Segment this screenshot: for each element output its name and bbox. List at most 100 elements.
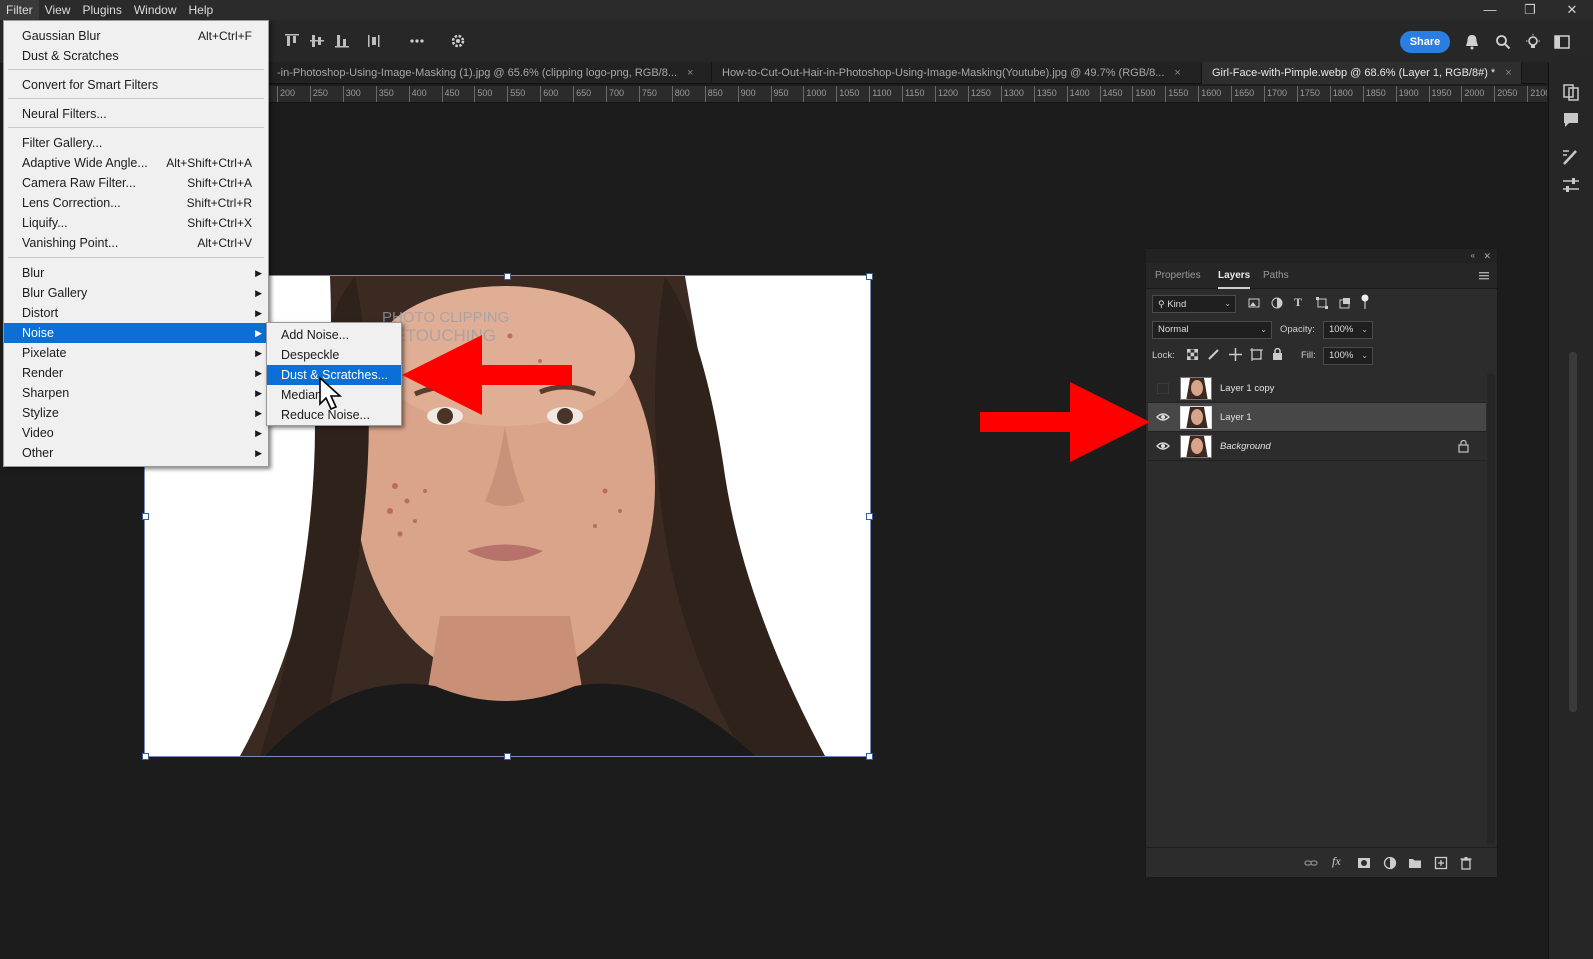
- ruler-tick: 950: [770, 86, 789, 102]
- menu-filter[interactable]: Filter: [0, 0, 39, 20]
- collapse-icon[interactable]: «: [1471, 249, 1475, 263]
- lock-icon[interactable]: [1458, 440, 1469, 453]
- tab-close-icon[interactable]: ×: [687, 67, 693, 79]
- menu-item-blur-gallery[interactable]: Blur Gallery ▶: [4, 283, 268, 303]
- menu-item-distort[interactable]: Distort ▶: [4, 303, 268, 323]
- new-adjustment-layer-icon[interactable]: [1383, 856, 1397, 870]
- opacity-input[interactable]: 100% ⌄: [1323, 321, 1373, 339]
- submenu-item-add-noise[interactable]: Add Noise...: [267, 325, 401, 345]
- submenu-arrow-icon: ▶: [255, 308, 262, 318]
- menu-item-convert-smart-filters[interactable]: Convert for Smart Filters: [4, 75, 268, 95]
- distribute-icon[interactable]: [365, 32, 383, 50]
- close-panel-icon[interactable]: ✕: [1483, 249, 1491, 263]
- lock-artboard-icon[interactable]: [1250, 348, 1263, 361]
- lock-all-icon[interactable]: [1272, 348, 1283, 361]
- lock-pixels-brush-icon[interactable]: [1208, 349, 1219, 360]
- layer-thumbnail: [1180, 377, 1212, 400]
- menu-plugins[interactable]: Plugins: [76, 0, 127, 20]
- link-layers-icon[interactable]: [1304, 856, 1318, 870]
- lock-position-icon[interactable]: [1229, 348, 1242, 361]
- tab-layers[interactable]: Layers: [1218, 263, 1251, 289]
- tab-properties[interactable]: Properties: [1155, 263, 1201, 289]
- menu-item-dust-scratches-last[interactable]: Dust & Scratches: [4, 46, 268, 66]
- layer-filter-kind[interactable]: ⚲ Kind ⌄: [1152, 295, 1236, 313]
- menu-window[interactable]: Window: [128, 0, 183, 20]
- search-icon[interactable]: [1494, 33, 1512, 51]
- menu-item-sharpen[interactable]: Sharpen ▶: [4, 383, 268, 403]
- visibility-toggle-off[interactable]: [1157, 383, 1169, 394]
- align-top-icon[interactable]: [283, 32, 301, 50]
- new-group-folder-icon[interactable]: [1408, 856, 1422, 870]
- transform-handle[interactable]: [504, 753, 511, 760]
- transform-handle[interactable]: [142, 513, 149, 520]
- brush-settings-icon[interactable]: [1561, 147, 1581, 167]
- eye-icon[interactable]: [1156, 411, 1170, 423]
- filter-shape-icon[interactable]: [1316, 297, 1328, 309]
- transform-handle[interactable]: [142, 753, 149, 760]
- transform-handle[interactable]: [866, 513, 873, 520]
- submenu-item-despeckle[interactable]: Despeckle: [267, 345, 401, 365]
- filter-type-icon[interactable]: T: [1294, 295, 1302, 310]
- tab-paths[interactable]: Paths: [1263, 263, 1289, 289]
- filter-toggle-icon[interactable]: [1360, 294, 1370, 310]
- layers-scrollbar[interactable]: [1487, 374, 1495, 844]
- menu-item-gaussian-blur[interactable]: Gaussian Blur Alt+Ctrl+F: [4, 26, 268, 46]
- align-middle-icon[interactable]: [308, 32, 326, 50]
- menu-item-lens-correction[interactable]: Lens Correction... Shift+Ctrl+R: [4, 193, 268, 213]
- menu-item-pixelate[interactable]: Pixelate ▶: [4, 343, 268, 363]
- align-bottom-icon[interactable]: [333, 32, 351, 50]
- settings-gear-icon[interactable]: [449, 32, 467, 50]
- blend-mode-select[interactable]: Normal ⌄: [1152, 321, 1272, 339]
- doc-tab-active[interactable]: Girl-Face-with-Pimple.webp @ 68.6% (Laye…: [1202, 62, 1522, 84]
- menu-item-camera-raw-filter[interactable]: Camera Raw Filter... Shift+Ctrl+A: [4, 173, 268, 193]
- discover-lightbulb-icon[interactable]: [1524, 33, 1542, 51]
- layer-row[interactable]: Background: [1148, 432, 1486, 461]
- menu-item-vanishing-point[interactable]: Vanishing Point... Alt+Ctrl+V: [4, 233, 268, 253]
- menu-item-video[interactable]: Video ▶: [4, 423, 268, 443]
- comments-icon[interactable]: [1561, 110, 1581, 130]
- new-layer-icon[interactable]: [1434, 856, 1448, 870]
- delete-layer-trash-icon[interactable]: [1459, 856, 1473, 870]
- menu-item-neural-filters[interactable]: Neural Filters...: [4, 104, 268, 124]
- doc-tab[interactable]: How-to-Cut-Out-Hair-in-Photoshop-Using-I…: [712, 62, 1202, 84]
- menu-item-filter-gallery[interactable]: Filter Gallery...: [4, 133, 268, 153]
- share-button[interactable]: Share: [1400, 31, 1450, 53]
- filter-smart-object-icon[interactable]: [1339, 297, 1351, 309]
- menu-item-liquify[interactable]: Liquify... Shift+Ctrl+X: [4, 213, 268, 233]
- transform-handle[interactable]: [866, 273, 873, 280]
- more-options-icon[interactable]: [408, 32, 426, 50]
- menu-item-noise[interactable]: Noise ▶: [4, 323, 268, 343]
- fill-input[interactable]: 100% ⌄: [1323, 347, 1373, 365]
- minimize-button[interactable]: —: [1470, 0, 1510, 20]
- notifications-bell-icon[interactable]: [1463, 33, 1481, 51]
- doc-tab[interactable]: -in-Photoshop-Using-Image-Masking (1).jp…: [267, 62, 712, 84]
- menu-item-other[interactable]: Other ▶: [4, 443, 268, 463]
- vertical-scrollbar[interactable]: [1569, 352, 1577, 712]
- adjustments-sliders-icon[interactable]: [1561, 175, 1581, 195]
- filter-pixel-icon[interactable]: [1248, 297, 1260, 309]
- menu-item-stylize[interactable]: Stylize ▶: [4, 403, 268, 423]
- menu-item-blur[interactable]: Blur ▶: [4, 263, 268, 283]
- lock-transparent-icon[interactable]: [1187, 349, 1198, 360]
- restore-button[interactable]: ❐: [1510, 0, 1550, 20]
- filter-adjustment-icon[interactable]: [1271, 297, 1283, 309]
- ruler-tick: 1550: [1165, 86, 1188, 102]
- menu-item-adaptive-wide-angle[interactable]: Adaptive Wide Angle... Alt+Shift+Ctrl+A: [4, 153, 268, 173]
- fx-icon[interactable]: fx: [1332, 854, 1341, 869]
- tab-close-icon[interactable]: ×: [1174, 67, 1180, 79]
- history-icon[interactable]: [1561, 82, 1581, 102]
- menu-item-render[interactable]: Render ▶: [4, 363, 268, 383]
- add-mask-icon[interactable]: [1357, 856, 1371, 870]
- transform-handle[interactable]: [866, 753, 873, 760]
- menu-separator: [8, 98, 264, 99]
- menu-help[interactable]: Help: [183, 0, 220, 20]
- workspace-layout-icon[interactable]: [1553, 33, 1571, 51]
- layer-row-selected[interactable]: Layer 1: [1148, 403, 1486, 432]
- transform-handle[interactable]: [504, 273, 511, 280]
- eye-icon[interactable]: [1156, 440, 1170, 452]
- layer-row[interactable]: Layer 1 copy: [1148, 374, 1486, 403]
- panel-menu-icon[interactable]: [1479, 272, 1489, 280]
- tab-close-icon[interactable]: ×: [1505, 67, 1511, 79]
- close-window-button[interactable]: ✕: [1552, 0, 1592, 20]
- menu-view[interactable]: View: [39, 0, 77, 20]
